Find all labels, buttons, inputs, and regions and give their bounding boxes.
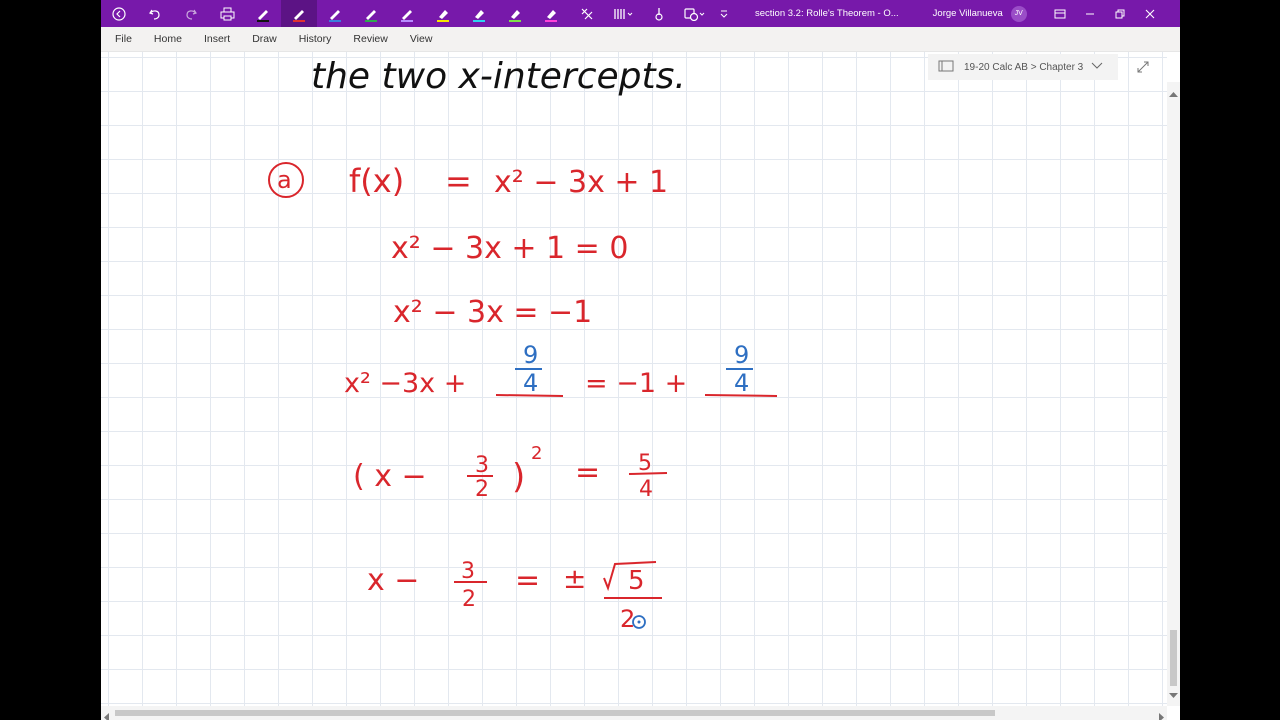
expand-icon[interactable]	[1133, 57, 1153, 77]
highlighter-cyan-icon[interactable]	[461, 0, 497, 27]
menu-view[interactable]: View	[399, 27, 444, 51]
avatar[interactable]: JV	[1010, 5, 1027, 22]
title-bar: section 3.2: Rolle's Theorem - O... Jorg…	[101, 0, 1180, 27]
frac-3-2-line6-num: 3	[461, 559, 475, 584]
header-text: the two x-intercepts.	[311, 56, 686, 97]
pen-purple-icon[interactable]	[389, 0, 425, 27]
menu-home[interactable]: Home	[143, 27, 193, 51]
menu-history[interactable]: History	[288, 27, 343, 51]
line6-plusminus: ±	[563, 562, 586, 595]
ink-to-shape-icon[interactable]	[641, 0, 677, 27]
line6-left: x −	[367, 563, 419, 598]
document-title: section 3.2: Rolle's Theorem - O...	[755, 8, 899, 19]
restore-icon[interactable]	[1105, 0, 1135, 27]
vertical-scrollbar[interactable]	[1167, 82, 1180, 706]
pen-cursor-dot	[637, 620, 641, 624]
breadcrumb-text: 19-20 Calc AB > Chapter 3	[964, 61, 1084, 73]
notebook-icon	[938, 60, 954, 75]
print-icon[interactable]	[209, 0, 245, 27]
line1-eq: =	[445, 162, 472, 200]
close-icon[interactable]	[1135, 0, 1165, 27]
menu-bar: File Home Insert Draw History Review Vie…	[101, 27, 1180, 52]
line1-rhs: x² − 3x + 1	[494, 165, 668, 200]
notebook-breadcrumb[interactable]: 19-20 Calc AB > Chapter 3	[928, 54, 1118, 80]
horizontal-scrollbar[interactable]	[101, 706, 1167, 720]
lasso-icon[interactable]	[569, 0, 605, 27]
underline-right	[704, 394, 778, 397]
onenote-window: section 3.2: Rolle's Theorem - O... Jorg…	[101, 0, 1180, 720]
minimize-icon[interactable]	[1075, 0, 1105, 27]
ruler-icon[interactable]	[605, 0, 641, 27]
fraction-5-4: 5 4	[628, 451, 668, 502]
fullscreen-icon[interactable]	[1045, 0, 1075, 27]
line4-mid: = −1 +	[585, 368, 687, 399]
highlighter-magenta-icon[interactable]	[533, 0, 569, 27]
part-a-label: a	[268, 162, 304, 198]
line4-lhs: x² −3x +	[344, 368, 466, 399]
chevron-down-icon[interactable]	[1091, 62, 1103, 73]
menu-review[interactable]: Review	[342, 27, 398, 51]
menu-draw[interactable]: Draw	[241, 27, 288, 51]
frac-5-4-bar	[628, 472, 668, 475]
frac-3-2-den: 2	[475, 477, 489, 502]
sqrt-5: 5	[603, 561, 657, 596]
highlighter-yellow-icon[interactable]	[425, 0, 461, 27]
fraction-3-2-line5: 3 2	[467, 453, 493, 502]
pen-red-icon[interactable]	[281, 0, 317, 27]
menu-insert[interactable]: Insert	[193, 27, 241, 51]
frac-3-2-line6-den: 2	[462, 587, 476, 612]
user-name[interactable]: Jorge Villanueva	[933, 8, 1003, 19]
redo-icon[interactable]	[173, 0, 209, 27]
highlighter-green-icon[interactable]	[497, 0, 533, 27]
sqrt-argument: 5	[628, 566, 645, 596]
line5-exponent: 2	[531, 443, 542, 464]
back-icon[interactable]	[101, 0, 137, 27]
scroll-left-icon[interactable]	[103, 709, 109, 720]
line3: x² − 3x = −1	[393, 295, 592, 330]
line5-left: ( x −	[353, 459, 427, 494]
menu-file[interactable]: File	[101, 27, 143, 51]
quick-access-dropdown-icon[interactable]	[713, 0, 735, 27]
shapes-icon[interactable]	[677, 0, 713, 27]
pen-black-icon[interactable]	[245, 0, 281, 27]
frac-5-4-den: 4	[639, 477, 653, 502]
frac-3-2-num: 3	[475, 453, 489, 478]
fraction-9-4-left: 9 4	[495, 341, 564, 397]
underline-left	[495, 394, 564, 397]
line1-lhs: f(x)	[349, 162, 404, 200]
fraction-3-2-line6: 3 2	[454, 559, 487, 612]
pen-blue-icon[interactable]	[317, 0, 353, 27]
pen-green-icon[interactable]	[353, 0, 389, 27]
scroll-down-icon[interactable]	[1169, 686, 1178, 704]
scroll-up-icon[interactable]	[1169, 84, 1178, 102]
line5-eq: =	[575, 455, 600, 490]
handwritten-ink: the two x-intercepts. a f(x) = x² − 3x +…	[268, 56, 778, 633]
frac-9-4-left-num: 9	[523, 341, 538, 369]
frac-9-4-left-den: 4	[523, 369, 538, 397]
part-a-letter: a	[277, 166, 292, 194]
line6-eq: =	[515, 563, 540, 598]
frac-9-4-right-num: 9	[734, 341, 749, 369]
note-page-canvas[interactable]: the two x-intercepts. a f(x) = x² − 3x +…	[101, 52, 1167, 706]
line2: x² − 3x + 1 = 0	[391, 231, 628, 266]
line5-close-paren: )	[512, 457, 525, 497]
frac-5-4-num: 5	[638, 451, 652, 476]
vertical-scroll-thumb[interactable]	[1170, 630, 1177, 686]
frac-9-4-right-den: 4	[734, 369, 749, 397]
scroll-right-icon[interactable]	[1159, 709, 1165, 720]
undo-icon[interactable]	[137, 0, 173, 27]
horizontal-scroll-thumb[interactable]	[115, 710, 995, 716]
fraction-9-4-right: 9 4	[704, 341, 778, 397]
